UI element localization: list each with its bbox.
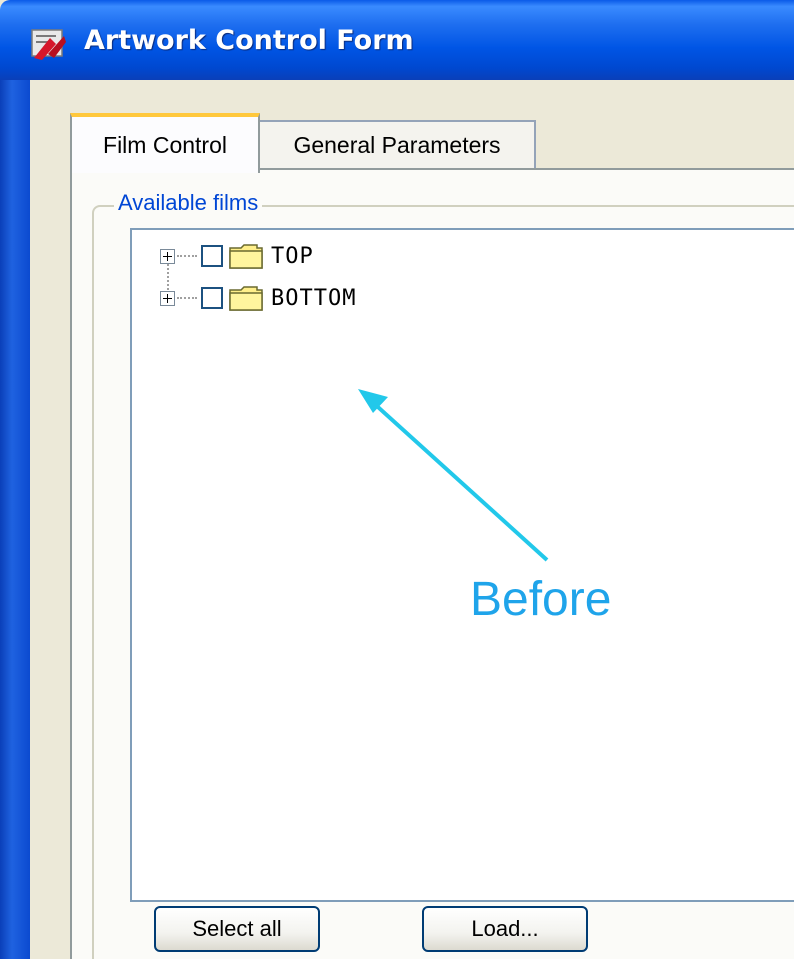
available-films-legend: Available films xyxy=(114,190,263,220)
tab-film-control-label: Film Control xyxy=(103,131,227,158)
tab-general-parameters[interactable]: General Parameters xyxy=(258,120,536,168)
tree-connector-dots xyxy=(177,255,197,257)
annotation-label: Before xyxy=(470,573,612,626)
window-frame-left xyxy=(0,80,30,959)
tab-general-parameters-label: General Parameters xyxy=(293,131,501,158)
expand-plus-icon[interactable] xyxy=(160,290,175,306)
title-bar[interactable]: Artwork Control Form xyxy=(0,0,794,80)
folder-icon xyxy=(229,244,263,269)
expand-plus-icon[interactable] xyxy=(160,248,175,264)
tree-connector-dots xyxy=(177,297,197,299)
tree-item-bottom-checkbox[interactable] xyxy=(201,287,223,309)
tree-item-top-checkbox[interactable] xyxy=(201,245,223,267)
tree-item-top[interactable]: TOP xyxy=(160,240,314,272)
window-title: Artwork Control Form xyxy=(84,25,414,56)
folder-icon xyxy=(229,286,263,311)
films-tree-view[interactable]: TOP BOTTOM xyxy=(130,228,794,902)
tree-item-label: TOP xyxy=(271,243,314,269)
tree-item-label: BOTTOM xyxy=(271,285,357,311)
tab-film-control[interactable]: Film Control xyxy=(70,113,260,173)
artwork-app-icon xyxy=(31,29,66,60)
load-button[interactable]: Load... xyxy=(422,906,588,952)
tree-item-bottom[interactable]: BOTTOM xyxy=(160,282,356,314)
select-all-button[interactable]: Select all xyxy=(154,906,320,952)
